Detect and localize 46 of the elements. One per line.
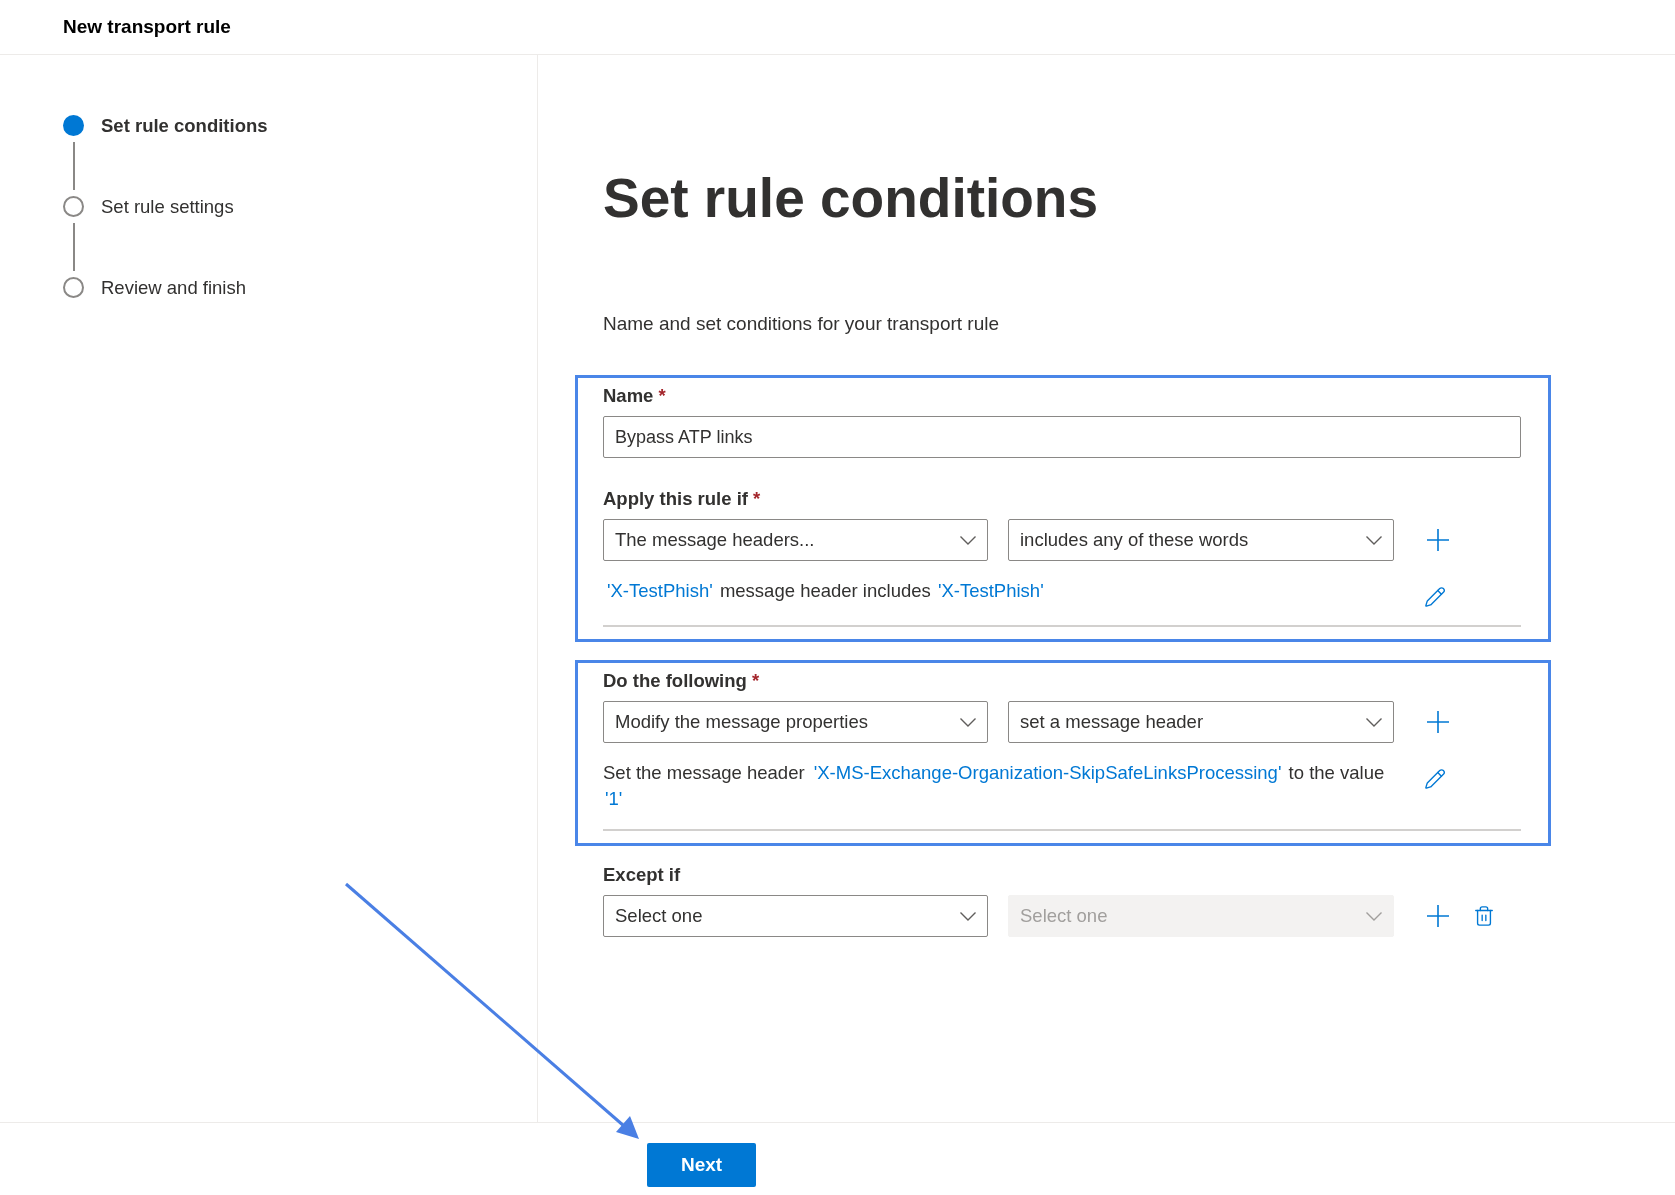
trash-icon [1473,905,1495,927]
pencil-icon [1424,768,1446,790]
delete-button[interactable] [1473,905,1495,927]
add-button[interactable] [1427,711,1449,733]
page-description: Name and set conditions for your transport rule [603,312,1001,336]
chevron-down-icon [1366,717,1382,727]
chevron-down-icon [1366,535,1382,545]
pencil-icon [1424,586,1446,608]
dropdown[interactable]: The message headers... [603,519,988,561]
rule-summary: 'X-TestPhish' message header includes 'X-TestPhish' [606,579,1045,603]
required-mark: * [658,385,666,407]
dropdown[interactable]: Modify the message properties [603,701,988,743]
chevron-down-icon [1366,911,1382,921]
edit-button[interactable] [1424,586,1446,608]
field-label: Do the following [603,670,747,692]
field-label: Apply this rule if [603,488,748,510]
next-button[interactable]: Next [647,1143,756,1187]
value-link[interactable]: '1' [605,788,623,809]
rule-summary: Set the message header 'X-MS-Exchange-Organization-SkipSafeLinksProcessing' to the value '1' [603,761,1386,811]
step-label: Set rule conditions [101,114,268,137]
value-link[interactable]: 'X-TestPhish' [937,580,1044,601]
chevron-down-icon [960,911,976,921]
edit-button[interactable] [1424,768,1446,790]
name-input[interactable]: Bypass ATP links [603,416,1521,458]
required-mark: * [752,488,761,510]
required-mark: * [751,670,760,692]
value-link[interactable]: 'X-MS-Exchange-Organization-SkipSafeLinksProcessing' [813,762,1282,783]
dropdown[interactable]: set a message header [1008,701,1394,743]
page-heading: Set rule conditions [603,166,1100,231]
step-label: Set rule settings [101,195,234,218]
step-label: Review and finish [101,276,246,299]
field-label: Except if [603,864,681,886]
chevron-down-icon [960,535,976,545]
add-button[interactable] [1427,905,1449,927]
plus-icon [1427,905,1449,927]
step-connector [72,142,75,190]
add-button[interactable] [1427,529,1449,551]
value-link[interactable]: 'X-TestPhish' [607,580,713,601]
field-label: Name [603,385,654,407]
chevron-down-icon [960,717,976,727]
plus-icon [1427,529,1449,551]
step-connector [72,223,75,271]
dropdown[interactable]: Select one [603,895,988,937]
plus-icon [1427,711,1449,733]
panel-title: New transport rule [63,16,231,38]
dropdown[interactable]: includes any of these words [1008,519,1394,561]
